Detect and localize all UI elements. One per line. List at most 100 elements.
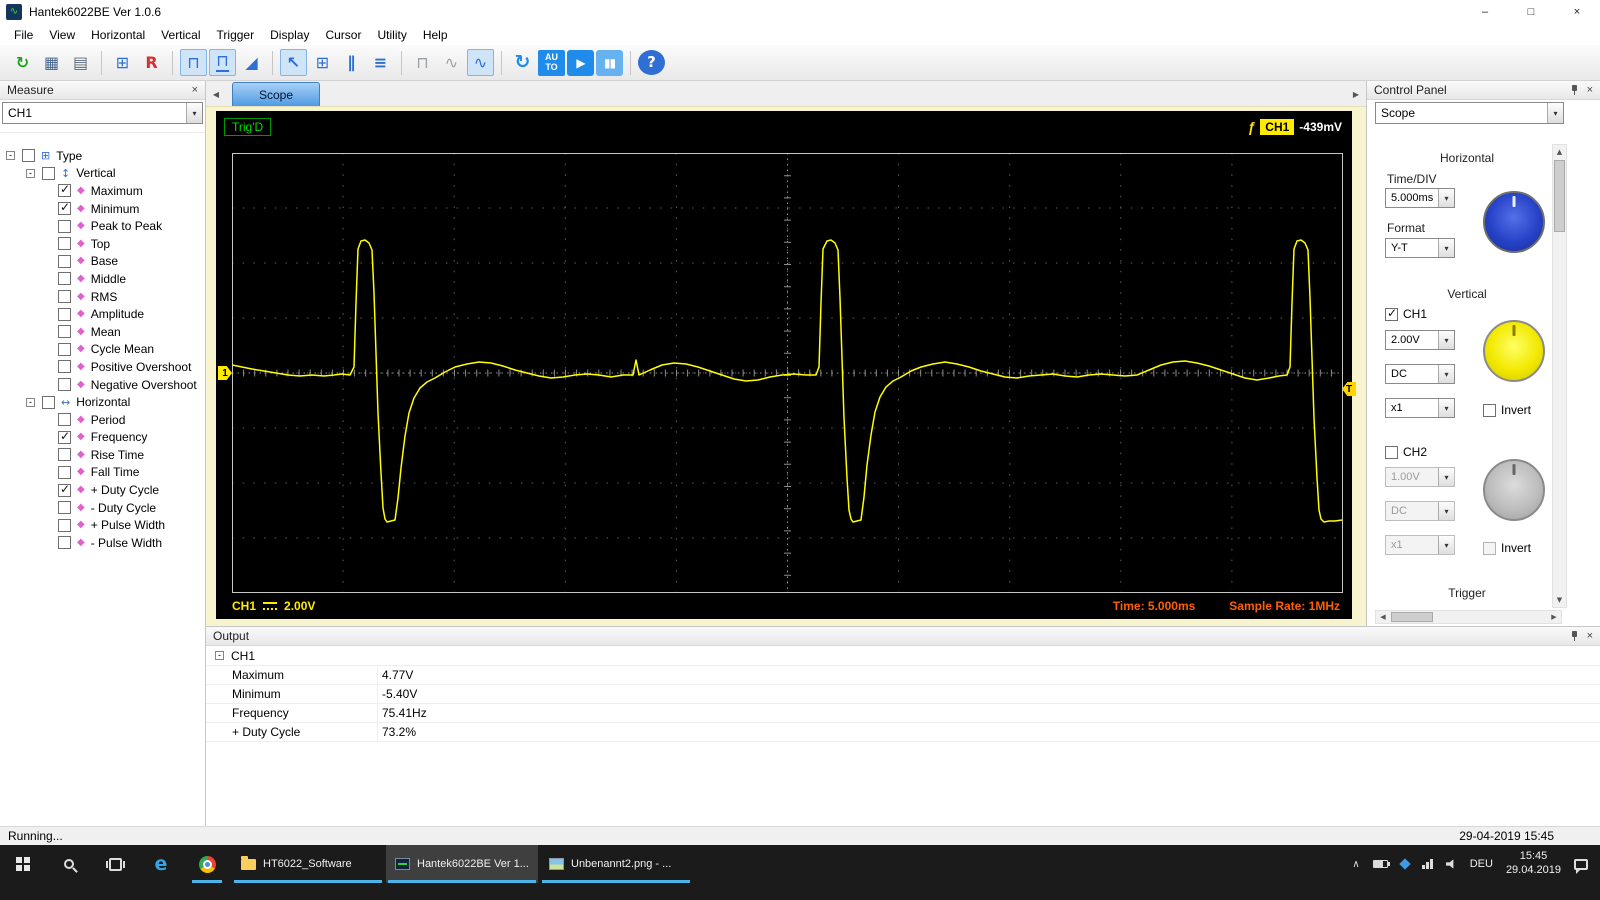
- checkbox-icon[interactable]: [58, 413, 71, 427]
- start-button[interactable]: [0, 845, 46, 883]
- square-wave-button[interactable]: ⊓: [180, 49, 207, 76]
- tree-row-horizontal[interactable]: - ↔ Horizontal: [0, 393, 205, 411]
- checkbox-icon[interactable]: [58, 429, 71, 444]
- tree-row-rms[interactable]: ◆ RMS: [0, 288, 205, 306]
- print-button[interactable]: ▤: [67, 49, 94, 76]
- ch1-coupling-select[interactable]: DC ▾: [1385, 364, 1455, 384]
- checkbox-icon[interactable]: [42, 395, 55, 409]
- pulse-wave-button[interactable]: ⊓: [409, 49, 436, 76]
- menu-item-vertical[interactable]: Vertical: [153, 26, 208, 44]
- menu-item-view[interactable]: View: [41, 26, 83, 44]
- control-panel-horizontal-scrollbar[interactable]: ◀ ▶: [1375, 610, 1562, 624]
- tree-row-positive-overshoot[interactable]: ◆ Positive Overshoot: [0, 358, 205, 376]
- close-button[interactable]: ×: [1554, 0, 1600, 24]
- ch1-probe-select[interactable]: x1 ▾: [1385, 398, 1455, 418]
- scroll-up-icon[interactable]: ▲: [1553, 145, 1566, 159]
- control-panel-close-icon[interactable]: ×: [1587, 84, 1593, 96]
- ch1-scale-select[interactable]: 2.00V ▾: [1385, 330, 1455, 350]
- timediv-select[interactable]: 5.000ms ▾: [1385, 188, 1455, 208]
- battery-icon[interactable]: [1372, 860, 1390, 868]
- expander-icon[interactable]: -: [26, 397, 35, 407]
- checkbox-icon[interactable]: [58, 272, 71, 286]
- ramp-button[interactable]: ◢: [238, 49, 265, 76]
- checkbox-icon[interactable]: [58, 360, 71, 374]
- pause-button[interactable]: ▮▮: [596, 49, 623, 76]
- ch1-ground-marker[interactable]: 1: [218, 366, 232, 380]
- trigger-position-marker[interactable]: T: [1342, 382, 1356, 396]
- measure-close-icon[interactable]: ×: [192, 84, 198, 96]
- scroll-left-icon[interactable]: ◀: [1376, 611, 1390, 624]
- menu-item-cursor[interactable]: Cursor: [317, 26, 369, 44]
- output-close-icon[interactable]: ×: [1587, 630, 1593, 642]
- tree-row-frequency[interactable]: ◆ Frequency: [0, 429, 205, 447]
- tree-row-peak-to-peak[interactable]: ◆ Peak to Peak: [0, 217, 205, 235]
- tree-row-duty-cycle[interactable]: ◆ - Duty Cycle: [0, 499, 205, 517]
- expander-icon[interactable]: -: [26, 168, 35, 178]
- horizontal-knob[interactable]: [1483, 191, 1545, 253]
- keyboard-language[interactable]: DEU: [1470, 858, 1493, 870]
- scrollbar-thumb[interactable]: [1554, 160, 1565, 232]
- auto-button[interactable]: AU TO: [538, 49, 565, 76]
- checkbox-icon[interactable]: [58, 237, 71, 251]
- dropbox-icon[interactable]: [1399, 858, 1411, 870]
- soft-wave-button[interactable]: ∿: [438, 49, 465, 76]
- search-button[interactable]: [46, 845, 92, 883]
- pin-icon[interactable]: [1570, 631, 1579, 641]
- tree-row-period[interactable]: ◆ Period: [0, 411, 205, 429]
- save-button[interactable]: ▦: [38, 49, 65, 76]
- ch1-enable-checkbox[interactable]: CH1: [1385, 306, 1427, 321]
- measure-channel-select[interactable]: CH1 ▾: [2, 102, 203, 124]
- help-button[interactable]: ?: [638, 50, 665, 75]
- edge-button[interactable]: e: [138, 845, 184, 883]
- ch2-enable-checkbox[interactable]: CH2: [1385, 445, 1427, 459]
- task-view-button[interactable]: [92, 845, 138, 883]
- play-button[interactable]: ▶: [567, 49, 594, 76]
- speaker-icon[interactable]: [1445, 859, 1454, 869]
- menu-item-help[interactable]: Help: [415, 26, 456, 44]
- scroll-down-icon[interactable]: ▼: [1553, 593, 1566, 607]
- horizontal-cursors-button[interactable]: ≡: [367, 49, 394, 76]
- pin-icon[interactable]: [1570, 85, 1579, 95]
- cursor-select-button[interactable]: ↖: [280, 49, 307, 76]
- ch2-coupling-select[interactable]: DC ▾: [1385, 501, 1455, 521]
- tray-chevron-icon[interactable]: ∧: [1352, 859, 1359, 870]
- scroll-right-icon[interactable]: ▶: [1547, 611, 1561, 624]
- checkbox-icon[interactable]: [58, 200, 71, 216]
- maximize-button[interactable]: □: [1508, 0, 1554, 24]
- checkbox-icon[interactable]: [58, 482, 71, 497]
- tree-row-type[interactable]: - ⊞ Type: [0, 147, 205, 165]
- checkbox-icon[interactable]: [58, 325, 71, 339]
- expander-icon[interactable]: -: [6, 151, 15, 161]
- ch2-scale-select[interactable]: 1.00V ▾: [1385, 467, 1455, 487]
- ch1-invert-checkbox[interactable]: Invert: [1483, 403, 1531, 417]
- control-mode-select[interactable]: Scope ▾: [1375, 102, 1564, 124]
- taskbar-clock[interactable]: 15:45 29.04.2019: [1506, 850, 1561, 878]
- checkbox-icon[interactable]: [58, 465, 71, 479]
- menu-item-display[interactable]: Display: [262, 26, 317, 44]
- chrome-button[interactable]: [184, 845, 230, 883]
- checkbox-icon[interactable]: [42, 166, 55, 180]
- sine-wave-button[interactable]: ∿: [467, 49, 494, 76]
- tree-row-middle[interactable]: ◆ Middle: [0, 270, 205, 288]
- tree-row-maximum[interactable]: ◆ Maximum: [0, 182, 205, 200]
- checkbox-icon[interactable]: [58, 254, 71, 268]
- control-panel-vertical-scrollbar[interactable]: ▲ ▼: [1552, 144, 1567, 608]
- tree-row-fall-time[interactable]: ◆ Fall Time: [0, 464, 205, 482]
- tree-row-amplitude[interactable]: ◆ Amplitude: [0, 305, 205, 323]
- vertical-cursors-button[interactable]: ∥: [338, 49, 365, 76]
- tree-row-vertical[interactable]: - ↕ Vertical: [0, 165, 205, 183]
- menu-item-trigger[interactable]: Trigger: [209, 26, 263, 44]
- wave-ruler-button[interactable]: ⊓: [209, 49, 236, 76]
- ch1-position-knob[interactable]: [1483, 320, 1545, 382]
- tree-row-base[interactable]: ◆ Base: [0, 253, 205, 271]
- checkbox-icon[interactable]: [22, 149, 35, 163]
- checkbox-icon[interactable]: [58, 342, 71, 356]
- checkbox-icon[interactable]: [58, 518, 71, 532]
- ch2-probe-select[interactable]: x1 ▾: [1385, 535, 1455, 555]
- ch2-position-knob[interactable]: [1483, 459, 1545, 521]
- checkbox-icon[interactable]: [58, 448, 71, 462]
- taskbar-app-hantek6022be-ver-1[interactable]: Hantek6022BE Ver 1...: [386, 845, 538, 883]
- tab-scope[interactable]: Scope: [232, 82, 321, 106]
- tree-row-minimum[interactable]: ◆ Minimum: [0, 200, 205, 218]
- tree-row-mean[interactable]: ◆ Mean: [0, 323, 205, 341]
